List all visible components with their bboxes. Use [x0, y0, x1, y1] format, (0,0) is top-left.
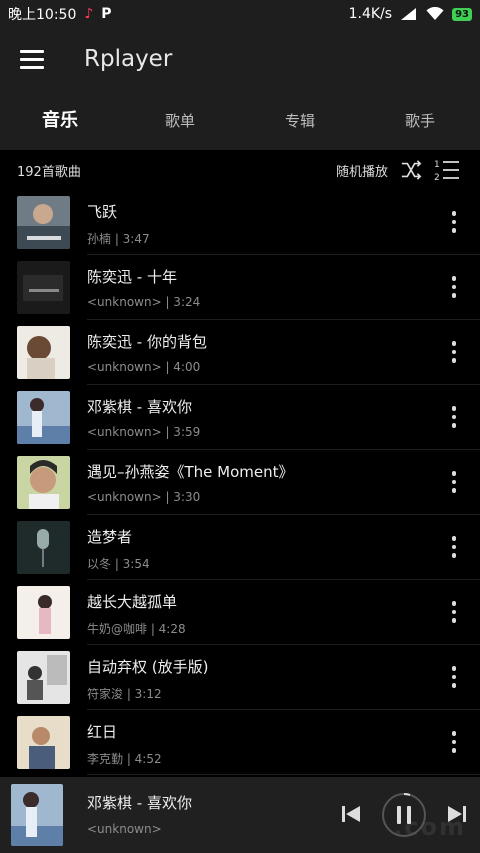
more-options-icon[interactable]: [442, 208, 466, 236]
battery-icon: 93: [452, 7, 472, 21]
status-bar: 晚上10:50 ♪ P 1.4K/s 93: [0, 0, 480, 28]
song-title: 造梦者: [87, 528, 133, 546]
more-options-icon[interactable]: [442, 468, 466, 496]
tab-albums[interactable]: 专辑: [240, 94, 360, 150]
album-cover: [17, 586, 70, 639]
more-options-icon[interactable]: [442, 403, 466, 431]
song-title: 飞跃: [87, 203, 118, 221]
song-row[interactable]: 遇见–孙燕姿《The Moment》 <unknown> | 3:30: [0, 450, 480, 515]
song-row[interactable]: 陈奕迅 - 十年 <unknown> | 3:24: [0, 255, 480, 320]
song-title: 陈奕迅 - 十年: [87, 268, 177, 286]
more-options-icon[interactable]: [442, 663, 466, 691]
song-title: 红日: [87, 723, 118, 741]
song-count: 192首歌曲: [17, 164, 81, 180]
song-meta: <unknown> | 3:30: [87, 490, 201, 504]
song-row[interactable]: 飞跃 孙楠 | 3:47: [0, 190, 480, 255]
list-toolbar: 192首歌曲 随机播放 1 2: [0, 150, 480, 190]
song-meta: 以冬 | 3:54: [87, 557, 150, 571]
now-playing-cover: [11, 784, 63, 846]
song-title: 自动弃权 (放手版): [87, 658, 209, 676]
song-meta: <unknown> | 3:59: [87, 425, 201, 439]
app-bar: Rplayer: [0, 28, 480, 94]
shuffle-icon[interactable]: [400, 159, 422, 181]
now-playing-title: 邓紫棋 - 喜欢你: [87, 794, 192, 812]
song-title: 邓紫棋 - 喜欢你: [87, 398, 192, 416]
song-meta: <unknown> | 3:24: [87, 295, 201, 309]
wifi-icon: [426, 7, 444, 20]
signal-icon: [401, 8, 417, 20]
more-options-icon[interactable]: [442, 598, 466, 626]
album-cover: [17, 651, 70, 704]
song-meta: 牛奶@咖啡 | 4:28: [87, 622, 186, 636]
song-row[interactable]: 越长大越孤单 牛奶@咖啡 | 4:28: [0, 580, 480, 645]
tab-bar: 音乐 歌单 专辑 歌手: [0, 94, 480, 150]
album-cover: [17, 456, 70, 509]
song-meta: 李克勤 | 4:52: [87, 752, 162, 766]
tab-playlists[interactable]: 歌单: [120, 94, 240, 150]
album-cover: [17, 196, 70, 249]
song-meta: <unknown> | 4:00: [87, 360, 201, 374]
tab-music[interactable]: 音乐: [0, 94, 120, 150]
song-meta: 孙楠 | 3:47: [87, 232, 150, 246]
app-title: Rplayer: [84, 46, 173, 72]
more-options-icon[interactable]: [442, 273, 466, 301]
more-options-icon[interactable]: [442, 533, 466, 561]
album-cover: [17, 521, 70, 574]
album-cover: [17, 716, 70, 769]
previous-icon[interactable]: [341, 805, 361, 823]
svg-text:2: 2: [434, 173, 440, 182]
pause-icon[interactable]: [380, 791, 428, 839]
menu-icon[interactable]: [20, 50, 44, 70]
p-app-icon: P: [101, 6, 112, 22]
status-time: 晚上10:50: [8, 7, 77, 23]
song-row[interactable]: 红日 李克勤 | 4:52: [0, 710, 480, 775]
song-row[interactable]: 造梦者 以冬 | 3:54: [0, 515, 480, 580]
song-title: 陈奕迅 - 你的背包: [87, 333, 207, 351]
more-options-icon[interactable]: [442, 728, 466, 756]
svg-text:1: 1: [434, 160, 440, 170]
shuffle-play-button[interactable]: 随机播放: [336, 161, 388, 180]
now-playing-artist: <unknown>: [87, 822, 162, 836]
song-title: 遇见–孙燕姿《The Moment》: [87, 463, 294, 481]
sort-icon[interactable]: 1 2: [434, 158, 460, 182]
song-row[interactable]: 陈奕迅 - 你的背包 <unknown> | 4:00: [0, 320, 480, 385]
music-note-icon: ♪: [84, 6, 94, 22]
song-row[interactable]: 自动弃权 (放手版) 符家浚 | 3:12: [0, 645, 480, 710]
album-cover: [17, 391, 70, 444]
album-cover: [17, 326, 70, 379]
song-meta: 符家浚 | 3:12: [87, 687, 162, 701]
network-speed: 1.4K/s: [348, 6, 393, 22]
song-row[interactable]: 邓紫棋 - 喜欢你 <unknown> | 3:59: [0, 385, 480, 450]
next-icon[interactable]: [447, 805, 467, 823]
tab-artists[interactable]: 歌手: [360, 94, 480, 150]
song-list: 飞跃 孙楠 | 3:47 陈奕迅 - 十年 <unknown> | 3:24 陈…: [0, 190, 480, 775]
song-title: 越长大越孤单: [87, 593, 178, 611]
more-options-icon[interactable]: [442, 338, 466, 366]
divider: [87, 774, 480, 775]
album-cover: [17, 261, 70, 314]
now-playing-bar[interactable]: 邓紫棋 - 喜欢你 <unknown> .com: [0, 777, 480, 853]
